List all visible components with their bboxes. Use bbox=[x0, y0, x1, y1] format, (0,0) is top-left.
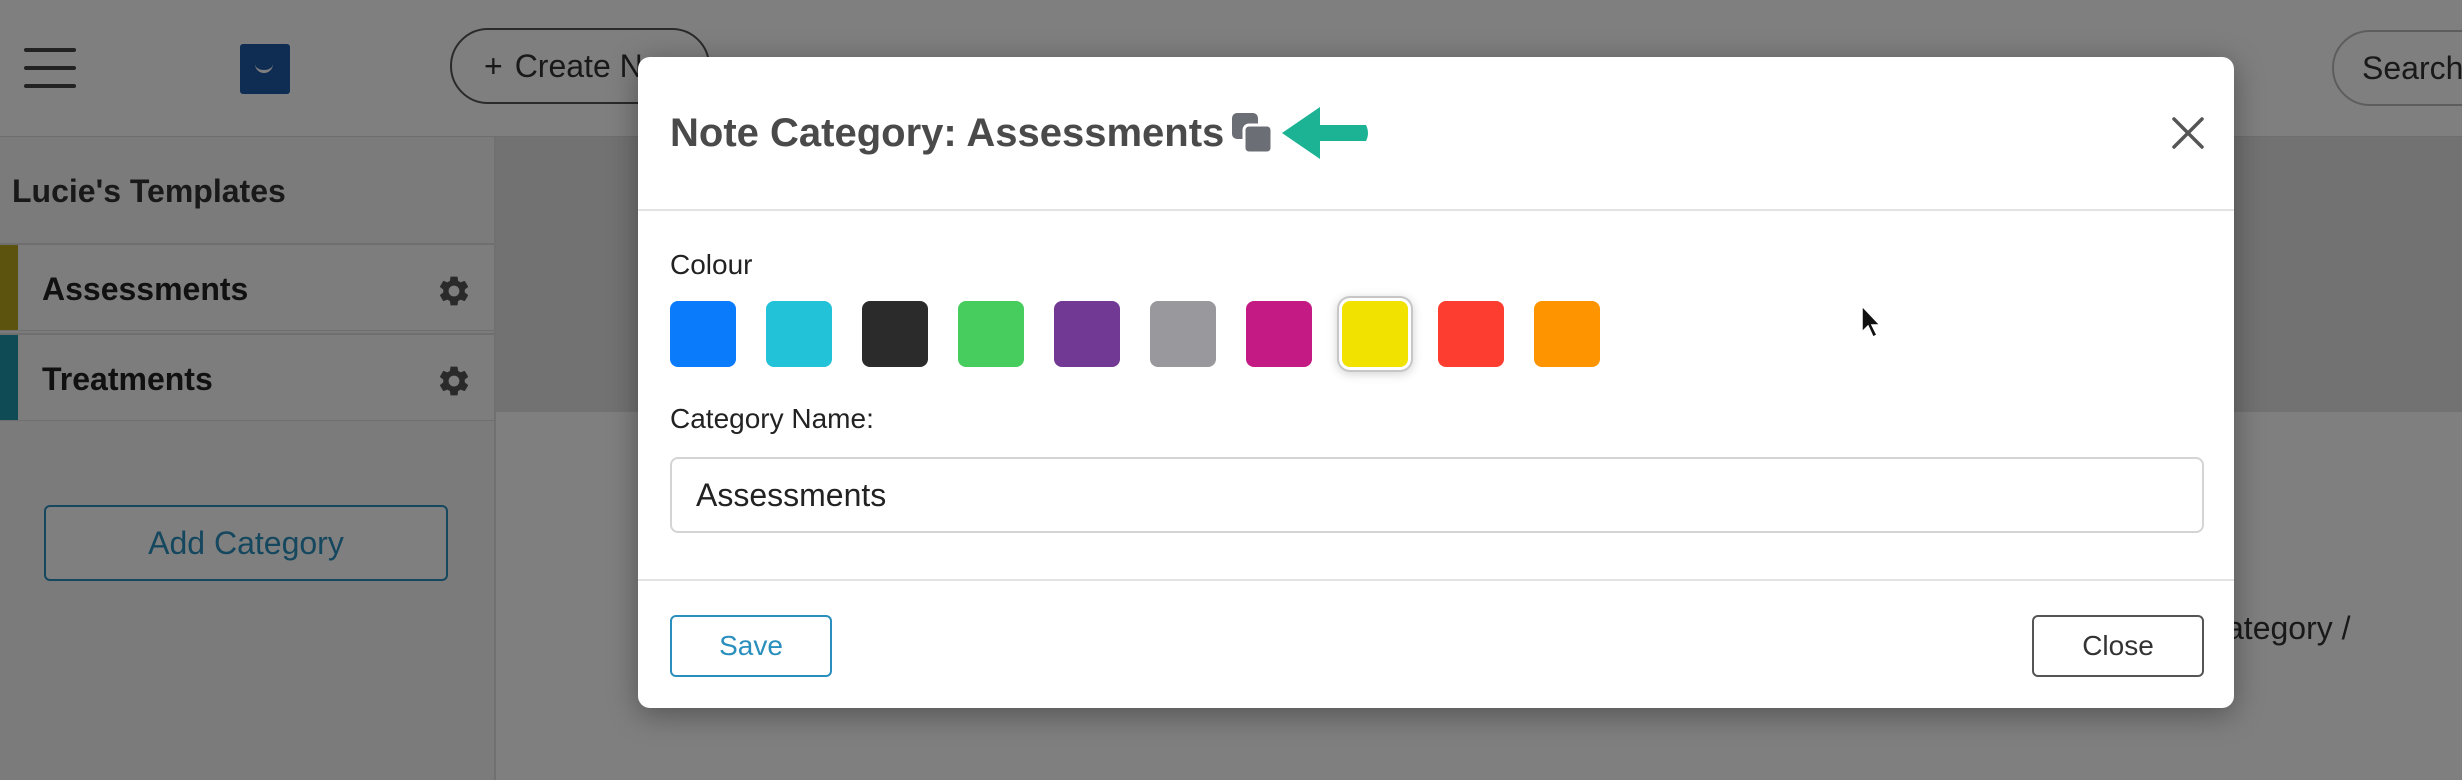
note-category-modal: Note Category: Assessments Colour Catego… bbox=[638, 57, 2234, 708]
mouse-cursor-icon bbox=[1861, 304, 1882, 339]
colour-label: Colour bbox=[670, 249, 753, 280]
modal-header: Note Category: Assessments bbox=[638, 57, 2234, 211]
category-name-label: Category Name: bbox=[670, 403, 874, 434]
copy-icon[interactable] bbox=[1230, 111, 1274, 155]
colour-swatch-blue[interactable] bbox=[670, 301, 736, 367]
arrow-left-icon bbox=[1282, 107, 1368, 159]
colour-swatch-black[interactable] bbox=[862, 301, 928, 367]
close-button[interactable]: Close bbox=[2032, 615, 2204, 677]
category-name-input[interactable] bbox=[670, 457, 2204, 533]
colour-swatch-yellow[interactable] bbox=[1342, 301, 1408, 367]
colour-swatch-magenta[interactable] bbox=[1246, 301, 1312, 367]
colour-swatch-cyan[interactable] bbox=[766, 301, 832, 367]
modal-footer: Save Close bbox=[638, 579, 2234, 708]
colour-swatch-red[interactable] bbox=[1438, 301, 1504, 367]
close-icon[interactable] bbox=[2168, 113, 2208, 153]
colour-swatch-purple[interactable] bbox=[1054, 301, 1120, 367]
colour-swatches bbox=[670, 301, 1600, 367]
colour-swatch-green[interactable] bbox=[958, 301, 1024, 367]
colour-swatch-grey[interactable] bbox=[1150, 301, 1216, 367]
save-button[interactable]: Save bbox=[670, 615, 832, 677]
colour-swatch-orange[interactable] bbox=[1534, 301, 1600, 367]
modal-title: Note Category: Assessments bbox=[670, 111, 1225, 155]
